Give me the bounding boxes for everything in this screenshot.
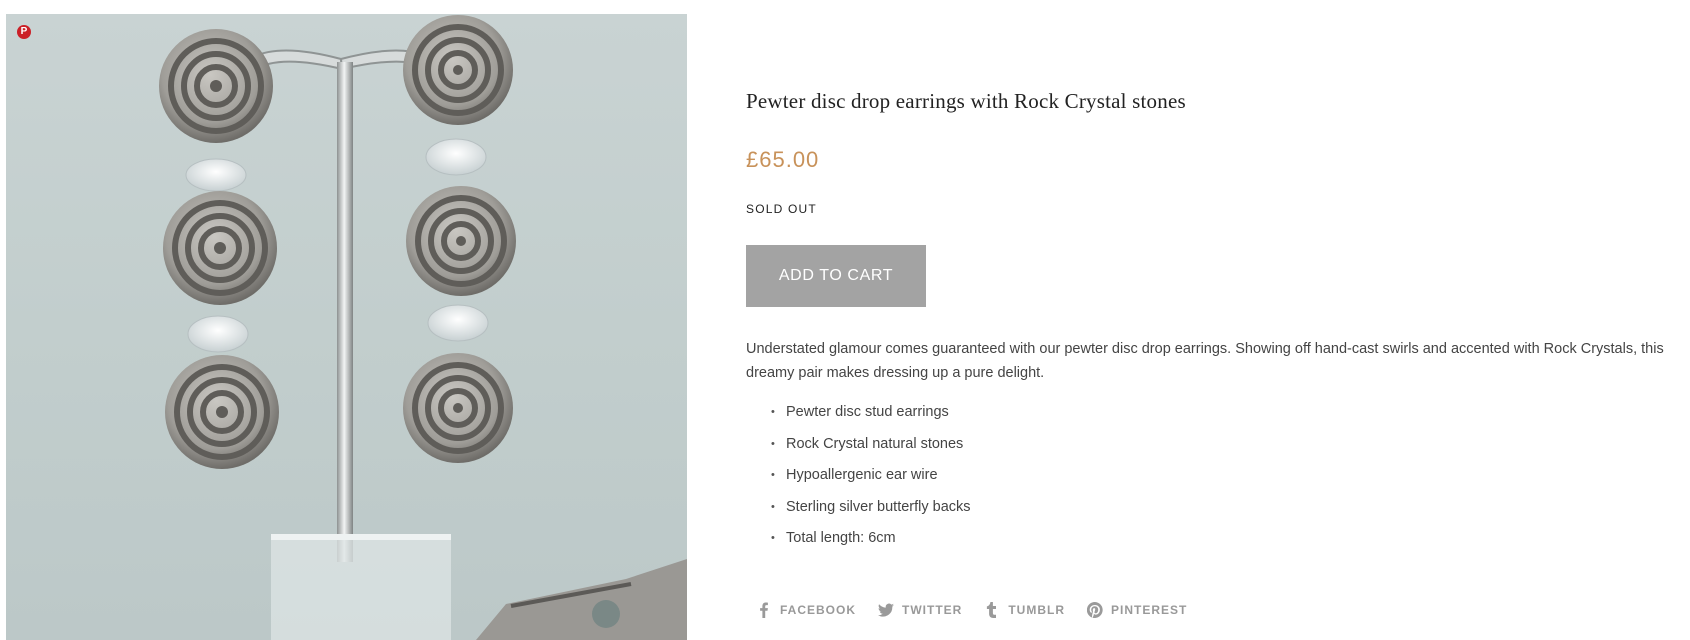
product-title: Pewter disc drop earrings with Rock Crys… [746, 89, 1186, 113]
share-label: FACEBOOK [780, 603, 857, 617]
list-item: Pewter disc stud earrings [771, 400, 971, 432]
list-item: Sterling silver butterfly backs [771, 495, 971, 527]
share-tumblr-link[interactable]: TUMBLR [984, 602, 1065, 618]
share-twitter-link[interactable]: TWITTER [878, 602, 962, 618]
share-links: FACEBOOK TWITTER TUMBLR PINTEREST [756, 602, 1209, 618]
stock-status: SOLD OUT [746, 202, 817, 216]
pinterest-icon: P [20, 26, 28, 37]
share-facebook-link[interactable]: FACEBOOK [756, 602, 856, 618]
add-to-cart-button[interactable]: ADD TO CART [746, 245, 926, 307]
share-label: TWITTER [902, 603, 963, 617]
share-label: TUMBLR [1008, 603, 1065, 617]
list-item: Rock Crystal natural stones [771, 432, 971, 464]
product-image[interactable]: P [6, 14, 687, 640]
share-label: PINTEREST [1111, 603, 1188, 617]
pin-it-button[interactable]: P [17, 25, 31, 39]
list-item: Hypoallergenic ear wire [771, 463, 971, 495]
list-item: Total length: 6cm [771, 526, 971, 558]
feature-list: Pewter disc stud earrings Rock Crystal n… [746, 400, 971, 558]
earrings-photo [159, 15, 687, 640]
product-price: £65.00 [746, 147, 820, 172]
facebook-icon [760, 602, 768, 618]
pinterest-icon [1087, 602, 1103, 618]
share-pinterest-link[interactable]: PINTEREST [1087, 602, 1187, 618]
tumblr-icon [987, 602, 997, 618]
product-description: Understated glamour comes guaranteed wit… [746, 341, 1664, 381]
twitter-icon [878, 603, 895, 617]
